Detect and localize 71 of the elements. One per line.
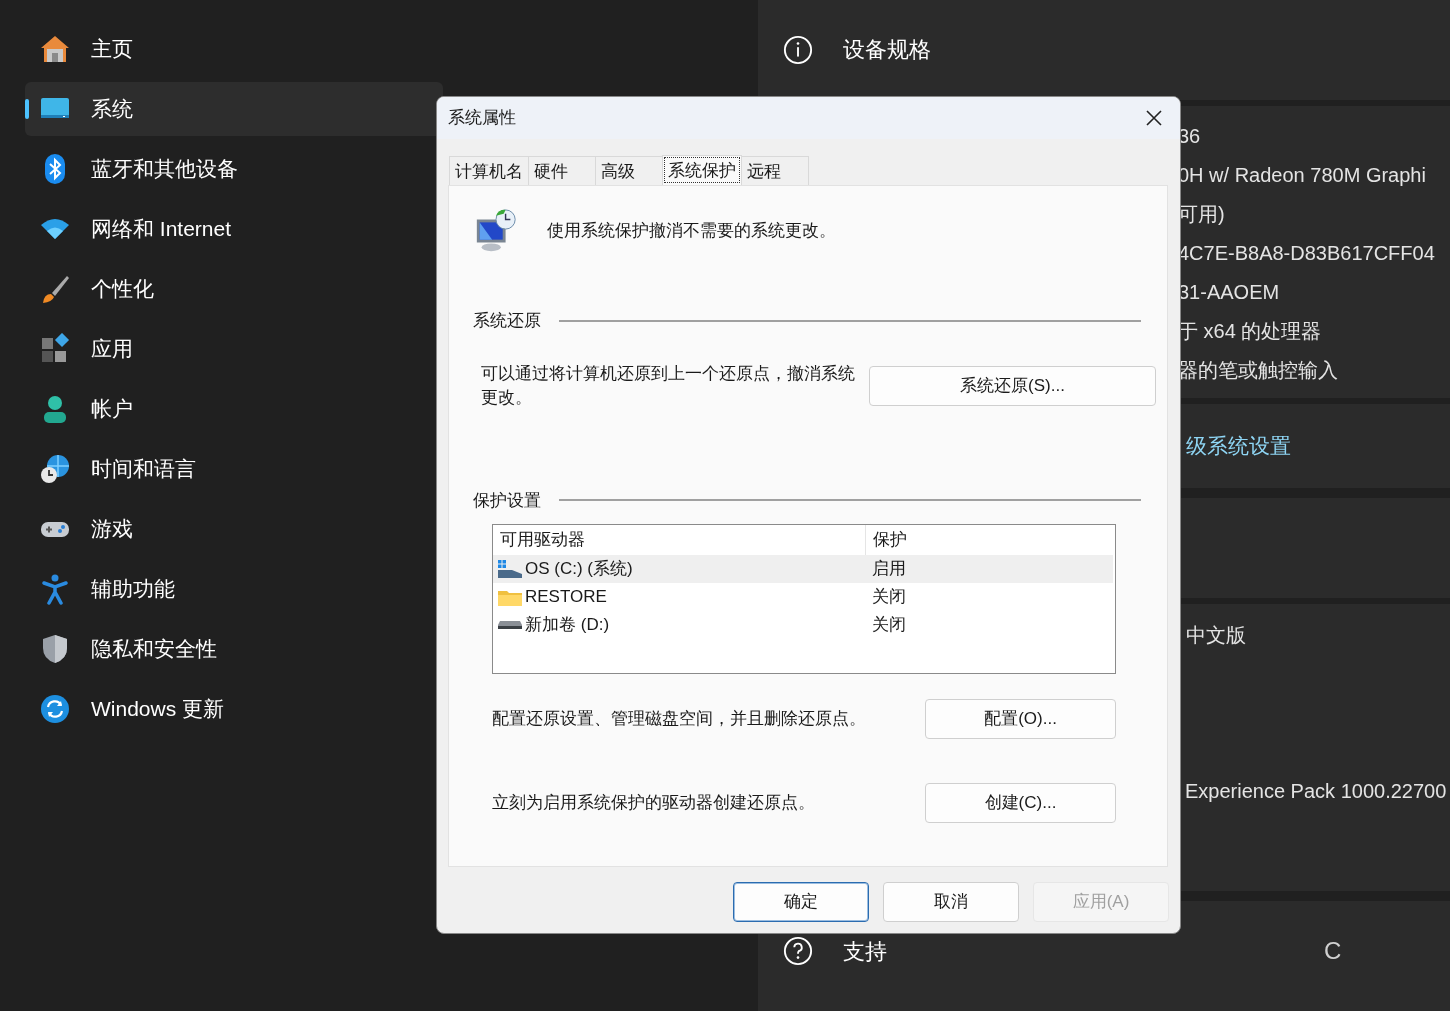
sidebar-item[interactable]: 应用 bbox=[25, 322, 443, 376]
create-description: 立刻为启用系统保护的驱动器创建还原点。 bbox=[492, 792, 815, 815]
configure-description: 配置还原设置、管理磁盘空间，并且删除还原点。 bbox=[492, 708, 866, 731]
sidebar-item[interactable]: 帐户 bbox=[25, 382, 443, 436]
drive-name: OS (C:) (系统) bbox=[525, 558, 633, 581]
folder-icon bbox=[498, 588, 522, 606]
close-icon bbox=[1144, 108, 1164, 128]
spec-value: 31-AAOEM bbox=[1178, 279, 1281, 305]
tab[interactable]: 系统保护 bbox=[662, 155, 742, 185]
info-icon bbox=[783, 34, 813, 65]
protection-status: 关闭 bbox=[871, 586, 906, 609]
sidebar-label: 应用 bbox=[91, 336, 133, 363]
sidebar-item[interactable]: 蓝牙和其他设备 bbox=[25, 142, 443, 196]
globe-clock-icon bbox=[39, 453, 71, 485]
advanced-settings-link[interactable]: 级系统设置 bbox=[1186, 430, 1291, 462]
intro-text: 使用系统保护撤消不需要的系统更改。 bbox=[547, 220, 836, 243]
window-title: 系统属性 bbox=[448, 107, 516, 130]
section-heading: 系统还原 bbox=[473, 310, 541, 332]
restore-description: 可以通过将计算机还原到上一个还原点，撤消系统更改。 bbox=[481, 362, 856, 409]
protection-status: 关闭 bbox=[871, 614, 906, 637]
system-restore-button[interactable]: 系统还原(S)... bbox=[869, 365, 1156, 406]
selection-indicator bbox=[25, 99, 29, 119]
edition-value: 中文版 bbox=[1186, 622, 1246, 648]
help-icon bbox=[783, 936, 813, 967]
sidebar-label: 主页 bbox=[91, 36, 133, 63]
sidebar-item[interactable]: 时间和语言 bbox=[25, 442, 443, 496]
sidebar-item[interactable]: 网络和 Internet bbox=[25, 202, 443, 256]
sidebar-label: 系统 bbox=[91, 96, 133, 123]
sidebar-item[interactable]: Windows 更新 bbox=[25, 682, 443, 736]
sidebar-label: 辅助功能 bbox=[91, 576, 175, 603]
spec-value: 器的笔或触控输入 bbox=[1178, 357, 1339, 383]
system-drive-icon bbox=[498, 560, 522, 578]
sidebar-item[interactable]: 隐私和安全性 bbox=[25, 622, 443, 676]
sidebar-label: 网络和 Internet bbox=[91, 216, 232, 243]
sidebar-label: 时间和语言 bbox=[91, 456, 196, 483]
drive-name: 新加卷 (D:) bbox=[525, 614, 610, 637]
spec-value: 可用) bbox=[1178, 201, 1226, 227]
create-button[interactable]: 创建(C)... bbox=[925, 783, 1116, 823]
section-heading: 保护设置 bbox=[473, 489, 541, 512]
spec-value: 4C7E-B8A8-D83B617CFF04 bbox=[1178, 240, 1436, 266]
sidebar-item[interactable]: 主页 bbox=[25, 22, 443, 76]
dialog-button[interactable]: 取消 bbox=[883, 882, 1019, 922]
support-text: C bbox=[1324, 936, 1342, 967]
section-title: 设备规格 bbox=[843, 36, 931, 65]
sidebar-label: 游戏 bbox=[91, 516, 133, 543]
sidebar-label: 蓝牙和其他设备 bbox=[91, 156, 238, 183]
dialog-button[interactable]: 确定 bbox=[733, 882, 869, 922]
home-icon bbox=[39, 33, 71, 65]
table-row[interactable]: OS (C:) (系统) 启用 bbox=[493, 555, 1113, 583]
accessibility-icon bbox=[39, 573, 71, 605]
drive-name: RESTORE bbox=[525, 586, 607, 609]
sidebar-label: 个性化 bbox=[91, 276, 154, 303]
table-row[interactable]: RESTORE 关闭 bbox=[493, 583, 1113, 611]
sidebar-label: 隐私和安全性 bbox=[91, 636, 217, 663]
configure-button[interactable]: 配置(O)... bbox=[925, 699, 1116, 739]
protection-status: 启用 bbox=[871, 558, 906, 581]
apps-icon bbox=[39, 333, 71, 365]
column-header[interactable]: 保护 bbox=[866, 525, 907, 555]
drive-icon bbox=[498, 621, 522, 629]
support-title: 支持 bbox=[843, 937, 887, 966]
sidebar-label: 帐户 bbox=[91, 396, 133, 423]
sidebar-item[interactable]: 游戏 bbox=[25, 502, 443, 556]
table-row[interactable]: 新加卷 (D:) 关闭 bbox=[493, 611, 1113, 639]
refresh-icon bbox=[39, 693, 71, 725]
sidebar-item[interactable]: 个性化 bbox=[25, 262, 443, 316]
tab[interactable]: 计算机名 bbox=[449, 156, 529, 185]
experience-value: Experience Pack 1000.22700 bbox=[1185, 778, 1447, 804]
sidebar-item[interactable]: 辅助功能 bbox=[25, 562, 443, 616]
sidebar-item[interactable]: 系统 bbox=[25, 82, 443, 136]
sidebar-label: Windows 更新 bbox=[91, 696, 225, 723]
tab[interactable]: 远程 bbox=[741, 156, 809, 185]
